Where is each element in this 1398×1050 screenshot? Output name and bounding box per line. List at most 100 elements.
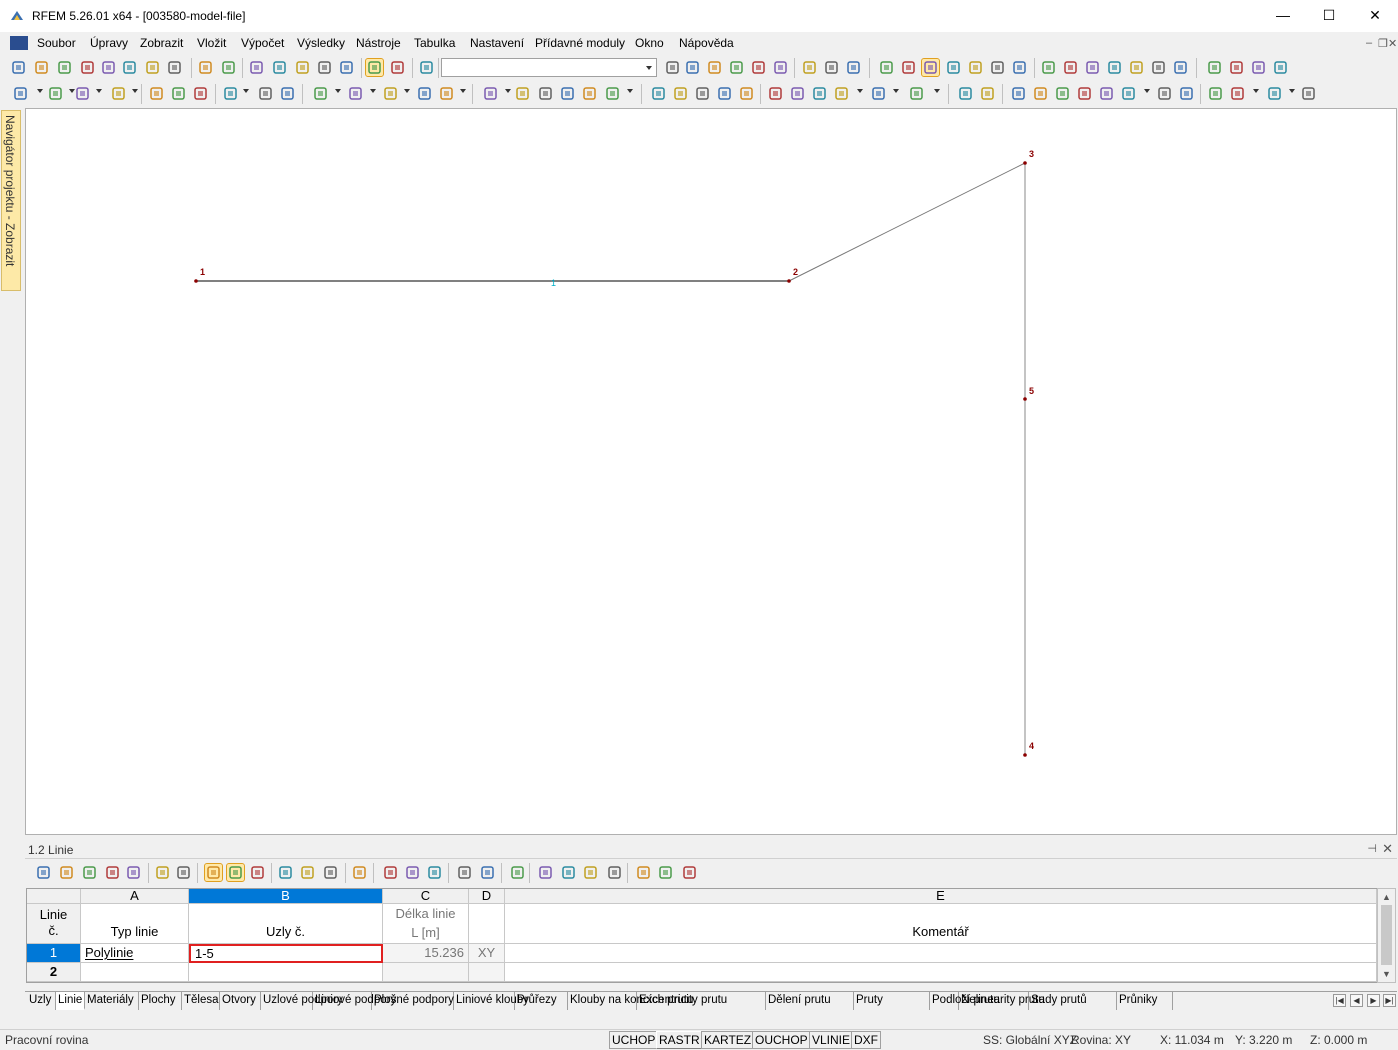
- menu-upravy[interactable]: Úpravy: [90, 36, 128, 50]
- toolbar-tool-icon[interactable]: [664, 59, 681, 76]
- toolbar-tool-icon[interactable]: [989, 59, 1006, 76]
- toggle-dxf[interactable]: DXF: [851, 1031, 881, 1049]
- toolbar-tool-icon[interactable]: [845, 59, 862, 76]
- col-header-a[interactable]: A: [81, 889, 189, 904]
- dropdown-arrow-icon[interactable]: [627, 89, 633, 93]
- menu-soubor[interactable]: Soubor: [37, 36, 76, 50]
- toolbar-tool-icon[interactable]: [581, 85, 598, 102]
- dropdown-arrow-icon[interactable]: [460, 89, 466, 93]
- toolbar-tool-icon[interactable]: [322, 864, 339, 881]
- toolbar-tool-icon[interactable]: [294, 59, 311, 76]
- dropdown-arrow-icon[interactable]: [132, 89, 138, 93]
- toolbar-tool-icon[interactable]: [257, 85, 274, 102]
- sheet-tab-12[interactable]: Klouby na koncích prutu: [568, 992, 693, 1010]
- cell-nodes-2[interactable]: [189, 963, 383, 982]
- toolbar-tool-icon[interactable]: [681, 864, 698, 881]
- toolbar-tool-icon[interactable]: [750, 59, 767, 76]
- toolbar-tool-icon[interactable]: [967, 59, 984, 76]
- toolbar-tool-icon[interactable]: [47, 85, 64, 102]
- toggle-vlinie[interactable]: VLINIE: [809, 1031, 854, 1049]
- menu-zobrazit[interactable]: Zobrazit: [140, 36, 183, 50]
- toolbar-tool-icon[interactable]: [338, 59, 355, 76]
- toolbar-tool-icon[interactable]: [121, 59, 138, 76]
- dropdown-arrow-icon[interactable]: [1289, 89, 1295, 93]
- toolbar-tool-icon[interactable]: [1207, 85, 1224, 102]
- toolbar-tool-icon[interactable]: [10, 59, 27, 76]
- toolbar-tool-icon[interactable]: [684, 59, 701, 76]
- sheet-tab-7[interactable]: Uzlové podpory: [261, 992, 343, 1010]
- mdi-close-button[interactable]: ✕: [1388, 37, 1397, 50]
- toolbar-tool-icon[interactable]: [1229, 85, 1246, 102]
- node-4[interactable]: [1023, 753, 1027, 757]
- col-header-d[interactable]: D: [469, 889, 505, 904]
- close-button[interactable]: ✕: [1352, 0, 1398, 32]
- toolbar-tool-icon[interactable]: [175, 864, 192, 881]
- toolbar-tool-icon[interactable]: [945, 59, 962, 76]
- toolbar-tool-icon[interactable]: [12, 85, 29, 102]
- menu-napoveda[interactable]: Nápověda: [679, 36, 734, 50]
- menu-vysledky[interactable]: Výsledky: [297, 36, 345, 50]
- minimize-button[interactable]: —: [1260, 0, 1306, 32]
- toolbar-tool-icon[interactable]: [222, 85, 239, 102]
- toolbar-tool-icon[interactable]: [166, 59, 183, 76]
- toolbar-tool-icon[interactable]: [537, 864, 554, 881]
- node-3[interactable]: [1023, 161, 1027, 165]
- sheet-tab-16[interactable]: Podloží prutu: [930, 992, 1000, 1010]
- sheet-tab-15[interactable]: Pruty: [854, 992, 930, 1010]
- toggle-uchop[interactable]: UCHOP: [609, 1031, 659, 1049]
- toolbar-tool-icon[interactable]: [277, 864, 294, 881]
- sheet-tab-11[interactable]: Průřezy: [515, 992, 568, 1010]
- toolbar-tool-icon[interactable]: [870, 85, 887, 102]
- sheet-tab-10[interactable]: Liniové klouby: [454, 992, 529, 1010]
- toolbar-tool-icon[interactable]: [635, 864, 652, 881]
- sheet-tab-8[interactable]: Liniové podpory: [313, 992, 396, 1010]
- toolbar-tool-icon[interactable]: [1120, 85, 1137, 102]
- toolbar-tool-icon[interactable]: [1206, 59, 1223, 76]
- toolbar-tool-icon[interactable]: [170, 85, 187, 102]
- toolbar-tool-icon[interactable]: [1054, 85, 1071, 102]
- toolbar-tool-icon[interactable]: [58, 864, 75, 881]
- toolbar-tool-icon[interactable]: [479, 864, 496, 881]
- toolbar-tool-icon[interactable]: [316, 59, 333, 76]
- cell-nodes-1-edit[interactable]: 1-5: [189, 944, 383, 963]
- dropdown-arrow-icon[interactable]: [404, 89, 410, 93]
- toolbar-tool-icon[interactable]: [110, 85, 127, 102]
- toolbar-tool-icon[interactable]: [559, 85, 576, 102]
- toolbar-tool-icon[interactable]: [148, 85, 165, 102]
- first-sheet-button[interactable]: |◀: [1333, 994, 1346, 1007]
- toolbar-tool-icon[interactable]: [226, 863, 245, 882]
- toolbar-tool-icon[interactable]: [279, 85, 296, 102]
- toolbar-tool-icon[interactable]: [382, 85, 399, 102]
- cell-comment-1[interactable]: [505, 944, 1377, 963]
- toolbar-tool-icon[interactable]: [204, 863, 223, 882]
- panel-close-icon[interactable]: ✕: [1382, 841, 1393, 857]
- toolbar-tool-icon[interactable]: [438, 85, 455, 102]
- toolbar-tool-icon[interactable]: [738, 85, 755, 102]
- dropdown-arrow-icon[interactable]: [893, 89, 899, 93]
- dropdown-arrow-icon[interactable]: [934, 89, 940, 93]
- toolbar-tool-icon[interactable]: [456, 864, 473, 881]
- toolbar-tool-icon[interactable]: [514, 85, 531, 102]
- col-header-e[interactable]: E: [505, 889, 1377, 904]
- toolbar-tool-icon[interactable]: [1156, 85, 1173, 102]
- toolbar-tool-icon[interactable]: [908, 85, 925, 102]
- toolbar-tool-icon[interactable]: [404, 864, 421, 881]
- toolbar-tool-icon[interactable]: [248, 59, 265, 76]
- toolbar-tool-icon[interactable]: [33, 59, 50, 76]
- dropdown-arrow-icon[interactable]: [1253, 89, 1259, 93]
- menu-pridavne-moduly[interactable]: Přídavné moduly: [535, 36, 625, 50]
- toolbar-tool-icon[interactable]: [789, 85, 806, 102]
- toolbar-tool-icon[interactable]: [312, 85, 329, 102]
- toggle-rastr[interactable]: RASTR: [656, 1031, 703, 1049]
- mdi-minimize-button[interactable]: –: [1366, 37, 1372, 49]
- row-header-1[interactable]: 1: [27, 944, 81, 963]
- scroll-thumb[interactable]: [1381, 905, 1392, 965]
- toolbar-tool-icon[interactable]: [74, 85, 91, 102]
- project-navigator-tab[interactable]: Navigátor projektu - Zobrazit: [1, 110, 21, 291]
- toolbar-tool-icon[interactable]: [1300, 85, 1317, 102]
- toolbar-tool-icon[interactable]: [900, 59, 917, 76]
- toolbar-tool-icon[interactable]: [878, 59, 895, 76]
- toolbar-tool-icon[interactable]: [56, 59, 73, 76]
- toolbar-tool-icon[interactable]: [1128, 59, 1145, 76]
- cell-type-1[interactable]: Polylinie: [81, 944, 189, 963]
